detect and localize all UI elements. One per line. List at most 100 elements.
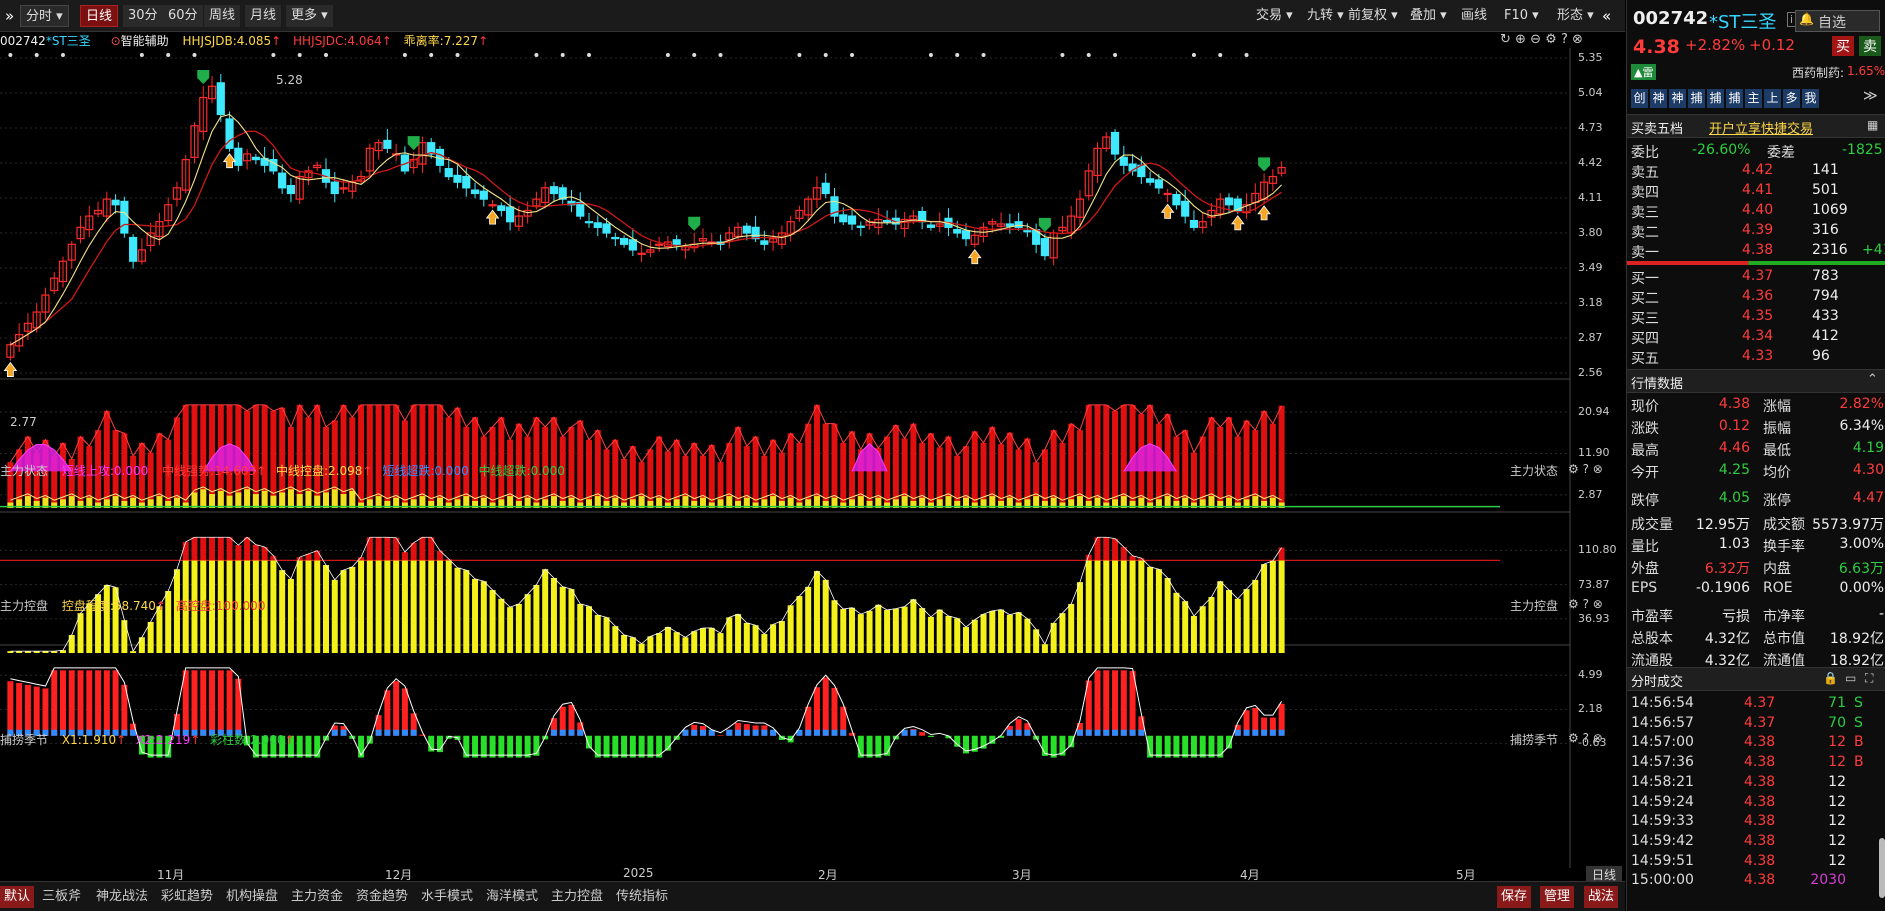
candlestick-chart[interactable] (3, 70, 1286, 377)
order-level[interactable]: 卖二 4.39 316 (1627, 221, 1885, 241)
order-level[interactable]: 买四 4.34 412 (1627, 327, 1885, 347)
tool-button[interactable]: 捕 (1726, 89, 1743, 108)
tool-button[interactable]: 多 (1783, 89, 1800, 108)
panel1-controls[interactable]: ⚙ ? ⊗ (1568, 462, 1603, 476)
jiuzhuan-menu[interactable]: 九转 ▾ (1302, 5, 1349, 27)
sector-name[interactable]: 西药制药: (1792, 64, 1844, 81)
scrollbar-thumb[interactable] (1879, 838, 1885, 898)
order-level[interactable]: 卖四 4.41 501 (1627, 181, 1885, 201)
collapse-up-icon[interactable]: ⌃ (1867, 372, 1878, 387)
tab-60min[interactable]: 60分 (163, 5, 203, 27)
candle (655, 236, 664, 252)
fuquan-menu[interactable]: 前复权 ▾ (1343, 5, 1403, 27)
side-stock-name: *ST三圣 (1709, 12, 1777, 33)
order-level[interactable]: 买二 4.36 794 (1627, 287, 1885, 307)
order-level[interactable]: 卖三 4.40 1069 (1627, 201, 1885, 221)
tab-ocean[interactable]: 海洋模式 (482, 886, 542, 908)
weicha-label: 委差 (1767, 145, 1795, 161)
manage-button[interactable]: 管理 (1540, 886, 1575, 908)
tab-traditional[interactable]: 传统指标 (612, 886, 672, 908)
candle (137, 238, 146, 265)
order-level[interactable]: 买一 4.37 783 (1627, 267, 1885, 287)
stock-code: 002742 (0, 34, 46, 48)
trade-menu[interactable]: 交易 ▾ (1251, 5, 1298, 27)
draw-line-button[interactable]: 画线 (1456, 5, 1492, 27)
tab-sanbanfu[interactable]: 三板斧 (38, 886, 85, 908)
season-bar (489, 735, 496, 758)
help-icon[interactable]: ? (1561, 32, 1568, 47)
grid-icon[interactable]: ▦ (1867, 118, 1878, 132)
season-blue-bar (1129, 729, 1136, 736)
control-bar (1094, 560, 1101, 653)
zoom-in-icon[interactable]: ⊕ (1515, 32, 1526, 47)
tab-daily[interactable]: 日线 (80, 5, 119, 27)
assist-toggle-icon[interactable]: ⊙ (111, 34, 121, 48)
window-icon[interactable]: ▭ (1845, 671, 1856, 685)
tab-main-funds[interactable]: 主力资金 (287, 886, 347, 908)
candle-body (488, 204, 497, 207)
tab-weekly[interactable]: 周线 (204, 5, 241, 27)
signal-dot (1060, 53, 1065, 57)
level-price: 4.33 (1742, 348, 1774, 364)
expand-icon[interactable]: » (0, 5, 19, 27)
indicator-short-oversold: 短线超跌:0.000 (382, 464, 469, 478)
collapse-icon[interactable]: « (1597, 5, 1616, 27)
tick-volume: 12 (1828, 773, 1846, 790)
tab-30min[interactable]: 30分 (123, 5, 163, 27)
order-level[interactable]: 买五 4.33 96 (1627, 347, 1885, 367)
order-level[interactable]: 买三 4.35 433 (1627, 307, 1885, 327)
order-level[interactable]: 卖五 4.42 141 (1627, 161, 1885, 181)
tab-institution[interactable]: 机构操盘 (222, 886, 282, 908)
candle (926, 221, 936, 231)
save-button[interactable]: 保存 (1497, 886, 1532, 908)
tool-button[interactable]: 神 (1669, 89, 1686, 108)
lock-icon[interactable]: 🔒 (1823, 671, 1838, 685)
strategy-button[interactable]: 战法 (1584, 886, 1619, 908)
tool-button[interactable]: 上 (1764, 89, 1781, 108)
tab-rainbow[interactable]: 彩虹趋势 (157, 886, 217, 908)
tool-button[interactable]: 捕 (1688, 89, 1705, 108)
more-tools-icon[interactable]: ≫ (1863, 88, 1878, 104)
overlay-menu[interactable]: 叠加 ▾ (1405, 5, 1452, 27)
panel2-name-right: 主力控盘 (1510, 599, 1559, 613)
tab-more[interactable]: 更多 ▾ (286, 5, 333, 27)
tool-button[interactable]: 我 (1802, 89, 1819, 108)
tool-button[interactable]: 主 (1745, 89, 1762, 108)
control-bar (366, 560, 373, 653)
close-icon[interactable]: ⊗ (1572, 32, 1583, 47)
tool-button[interactable]: 捕 (1707, 89, 1724, 108)
quote-value: 2.82% (1839, 396, 1884, 412)
settings-icon[interactable]: ⚙ (1545, 32, 1557, 47)
open-account-link[interactable]: 开户立享快捷交易 (1709, 118, 1813, 137)
sell-button[interactable]: 卖 (1859, 36, 1881, 56)
control-bar (138, 637, 145, 653)
candle (619, 235, 629, 248)
mid-strong-bar (1226, 417, 1233, 508)
control-bar (1234, 598, 1241, 653)
tab-main-control[interactable]: 主力控盘 (547, 886, 607, 908)
sell-signal-icon (197, 70, 210, 84)
panel2-controls[interactable]: ⚙ ? ⊗ (1568, 597, 1603, 611)
tick-price: 4.38 (1744, 773, 1776, 790)
f10-menu[interactable]: F10 ▾ (1499, 5, 1544, 27)
tool-button[interactable]: 创 (1631, 89, 1648, 108)
tab-fenshi[interactable]: 分时 ▾ (20, 5, 69, 27)
buy-button[interactable]: 买 (1832, 36, 1854, 56)
season-bar (296, 735, 303, 758)
order-level[interactable]: 卖一 4.38 2316 +415 (1627, 241, 1885, 261)
tab-shenlong[interactable]: 神龙战法 (92, 886, 152, 908)
tool-button[interactable]: 神 (1650, 89, 1667, 108)
tab-fund-trend[interactable]: 资金趋势 (352, 886, 412, 908)
refresh-icon[interactable]: ↻ (1500, 32, 1511, 47)
tab-monthly[interactable]: 月线 (245, 5, 282, 27)
tab-default[interactable]: 默认 (0, 886, 35, 908)
control-bar (1024, 618, 1031, 653)
season-bar (209, 670, 216, 736)
pattern-menu[interactable]: 形态 ▾ (1552, 5, 1599, 27)
zoom-out-icon[interactable]: ⊖ (1530, 32, 1541, 47)
candle (1172, 191, 1181, 210)
control-bar (401, 560, 408, 653)
expand-window-icon[interactable]: ⛶ (1865, 671, 1873, 686)
tab-sailor[interactable]: 水手模式 (417, 886, 477, 908)
level-volume: 316 (1812, 222, 1839, 238)
